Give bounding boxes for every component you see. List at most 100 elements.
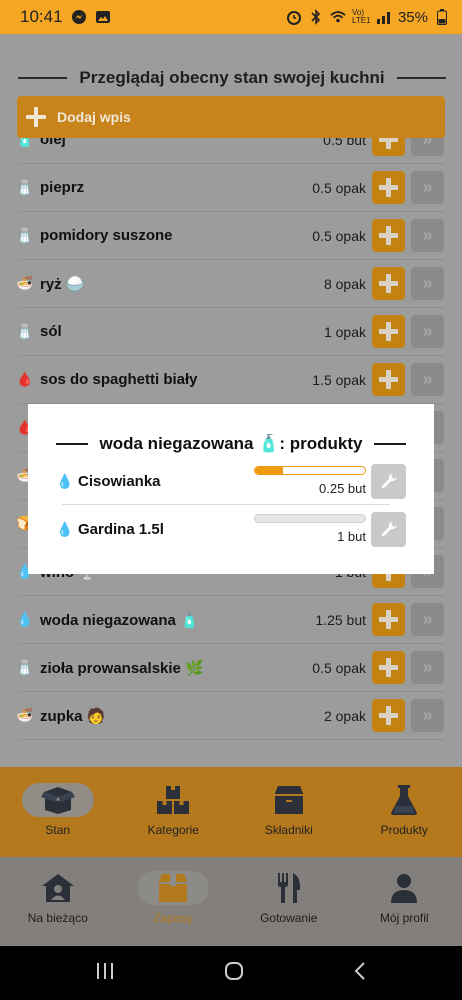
jar-icon: 🧂 (16, 659, 34, 675)
status-bar: 10:41 Vo) LTE1 35% (0, 0, 462, 34)
nav-na-biezaco[interactable]: Na bieżąco (0, 857, 116, 946)
cutlery-icon (253, 871, 325, 905)
jar-icon: 🧂 (16, 323, 34, 339)
network-label: Vo) LTE1 (351, 8, 371, 25)
category-tab-bar: Stan Kategorie Składniki Produkty (0, 767, 462, 857)
tab-label: Kategorie (147, 823, 199, 837)
box-icon (137, 871, 210, 905)
box-icon (253, 783, 325, 817)
header-divider-left (18, 77, 68, 79)
item-qty: 2 opak (323, 707, 366, 724)
nav-label: Gotowanie (260, 911, 318, 925)
nav-moj-profil[interactable]: Mój profil (347, 857, 462, 946)
gallery-icon (95, 9, 111, 25)
details-button[interactable]: » (411, 315, 444, 348)
item-qty: 0.5 opak (312, 659, 366, 676)
tab-produkty[interactable]: Produkty (347, 767, 462, 857)
list-item[interactable]: 🧂 zioła prowansalskie 🌿 0.5 opak » (16, 644, 444, 692)
battery-icon (434, 9, 450, 25)
tab-stan[interactable]: Stan (0, 767, 116, 857)
bowl-icon: 🍜 (16, 707, 34, 723)
list-item[interactable]: 🩸 sos do spaghetti biały 1.5 opak » (16, 356, 444, 404)
increase-button[interactable] (372, 699, 405, 732)
item-name: pomidory suszone (40, 227, 173, 244)
nav-zapasy[interactable]: Zapasy (116, 857, 232, 946)
wrench-icon (381, 473, 397, 489)
list-item[interactable]: 🍜 ryż 🍚 8 opak » (16, 260, 444, 308)
edit-product-button[interactable] (371, 511, 406, 547)
tab-label: Składniki (264, 823, 313, 837)
increase-button[interactable] (372, 267, 405, 300)
alarm-icon (286, 9, 302, 25)
product-row[interactable]: 💧 Gardina 1.5l 1 but (56, 506, 406, 552)
details-button[interactable]: » (411, 603, 444, 636)
status-time: 10:41 (20, 7, 63, 26)
item-qty: 0.5 opak (312, 179, 366, 196)
details-button[interactable]: » (411, 651, 444, 684)
bowl-icon: 🍜 (16, 275, 34, 291)
details-button[interactable]: » (411, 699, 444, 732)
user-icon (368, 871, 440, 905)
flask-icon (368, 783, 440, 817)
nav-label: Zapasy (153, 911, 193, 925)
battery-percent: 35% (397, 8, 428, 26)
drop-blue-icon: 💧 (56, 472, 74, 489)
details-button[interactable]: » (411, 171, 444, 204)
details-button[interactable]: » (411, 219, 444, 252)
box-open-icon (21, 783, 94, 817)
home-button-icon[interactable] (224, 961, 244, 986)
product-qty: 0.25 but (319, 481, 366, 496)
item-name: pieprz (40, 179, 85, 196)
product-row[interactable]: 💧 Cisowianka 0.25 but (56, 458, 406, 504)
item-qty: 1 opak (323, 323, 366, 340)
increase-button[interactable] (372, 219, 405, 252)
increase-button[interactable] (372, 171, 405, 204)
list-item[interactable]: 🧂 pieprz 0.5 opak » (16, 164, 444, 212)
list-item[interactable]: 💧 woda niegazowana 🧴 1.25 but » (16, 596, 444, 644)
drop-blue-icon: 💧 (16, 611, 34, 627)
item-qty: 1.25 but (315, 611, 366, 628)
boxes-icon (137, 783, 209, 817)
wifi-icon (330, 9, 346, 25)
increase-button[interactable] (372, 651, 405, 684)
product-stock: 0.25 but (252, 466, 366, 496)
increase-button[interactable] (372, 363, 405, 396)
bluetooth-icon (308, 9, 324, 25)
edit-product-button[interactable] (371, 463, 406, 499)
product-qty: 1 but (337, 529, 366, 544)
wrench-icon (381, 521, 397, 537)
section-title: Przeglądaj obecny stan swojej kuchni (79, 68, 385, 87)
tab-label: Produkty (380, 823, 428, 837)
item-name: sos do spaghetti biały (40, 371, 198, 388)
add-entry-button[interactable]: Dodaj wpis (17, 96, 445, 138)
product-name: Gardina 1.5l (78, 520, 164, 538)
nav-label: Mój profil (379, 911, 429, 925)
details-button[interactable]: » (411, 363, 444, 396)
products-modal: woda niegazowana 🧴: produkty 💧 Cisowiank… (28, 404, 434, 574)
list-item[interactable]: 🍜 zupka 🧑 2 opak » (16, 692, 444, 740)
increase-button[interactable] (372, 315, 405, 348)
increase-button[interactable] (372, 603, 405, 636)
kitchen-state-screen: Przeglądaj obecny stan swojej kuchni Dod… (0, 34, 462, 767)
modal-header: woda niegazowana 🧴: produkty (56, 434, 406, 454)
modal-title: woda niegazowana 🧴: produkty (99, 434, 363, 453)
nav-gotowanie[interactable]: Gotowanie (231, 857, 347, 946)
item-name: zupka 🧑 (40, 707, 106, 725)
drop-red-icon: 🩸 (16, 371, 34, 387)
back-icon[interactable] (353, 961, 367, 986)
item-qty: 1.5 opak (312, 371, 366, 388)
details-button[interactable]: » (411, 267, 444, 300)
nav-label: Na bieżąco (27, 911, 88, 925)
list-item[interactable]: 🧂 sól 1 opak » (16, 308, 444, 356)
tab-kategorie[interactable]: Kategorie (116, 767, 232, 857)
tab-label: Stan (45, 823, 71, 837)
bottom-navigation: Na bieżąco Zapasy Gotowanie Mój profil (0, 857, 462, 946)
product-name: Cisowianka (78, 472, 161, 490)
item-name: woda niegazowana 🧴 (40, 611, 199, 629)
recent-apps-icon[interactable] (95, 962, 115, 985)
item-qty: 8 opak (323, 275, 366, 292)
messenger-icon (71, 9, 87, 25)
tab-skladniki[interactable]: Składniki (231, 767, 347, 857)
stock-progress-fill (255, 467, 283, 474)
list-item[interactable]: 🧂 pomidory suszone 0.5 opak » (16, 212, 444, 260)
